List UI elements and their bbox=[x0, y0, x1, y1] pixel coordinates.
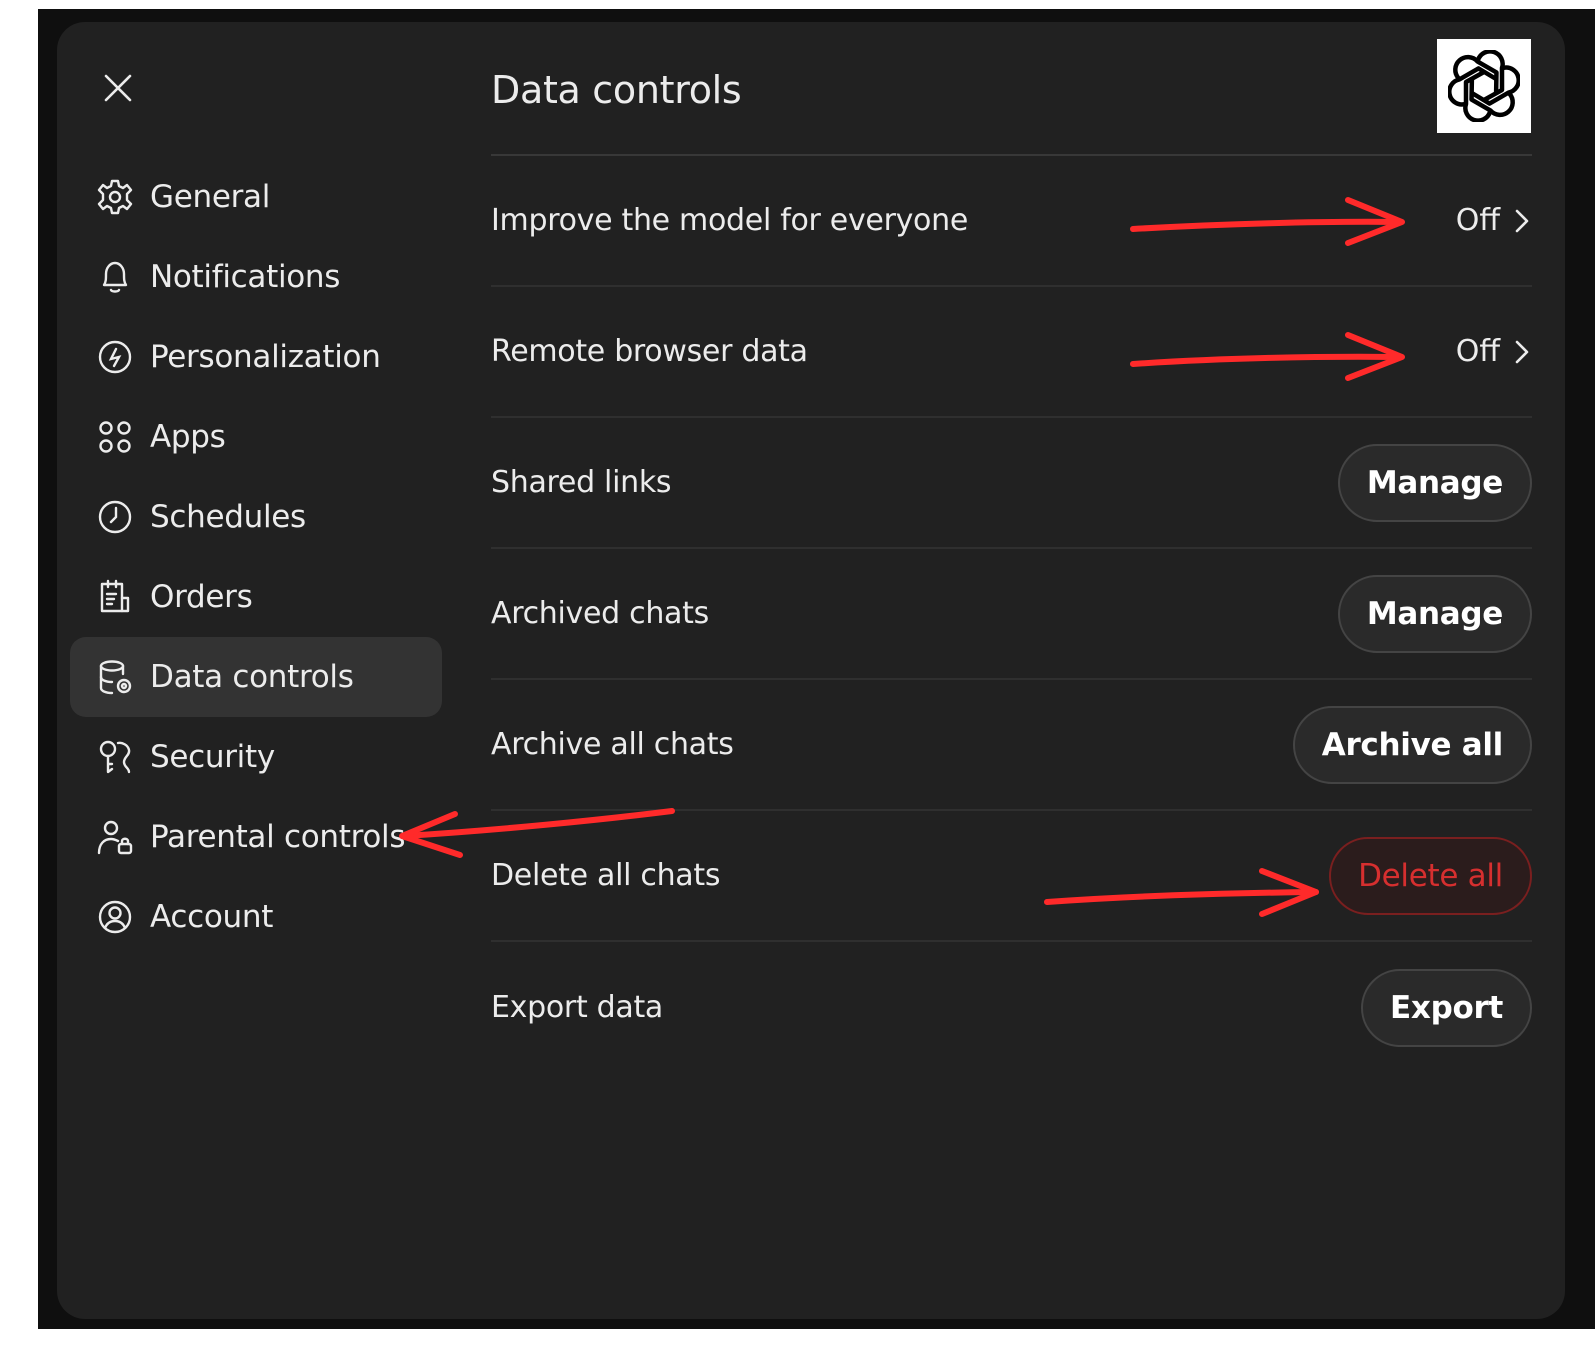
bell-icon bbox=[96, 258, 134, 296]
remote-browser-toggle[interactable]: Off bbox=[1456, 334, 1532, 369]
sidebar-item-label: Schedules bbox=[150, 499, 306, 535]
sidebar-item-general[interactable]: General bbox=[70, 157, 442, 237]
sidebar-item-label: Data controls bbox=[150, 659, 354, 695]
sidebar-item-label: Notifications bbox=[150, 259, 341, 295]
setting-label: Remote browser data bbox=[491, 334, 808, 369]
setting-row-improve-model: Improve the model for everyone Off bbox=[491, 156, 1532, 287]
sidebar-item-label: General bbox=[150, 179, 271, 215]
setting-row-delete-all: Delete all chats Delete all bbox=[491, 811, 1532, 942]
sidebar-item-parental-controls[interactable]: Parental controls bbox=[70, 797, 442, 877]
user-lock-icon bbox=[96, 818, 134, 856]
setting-value: Off bbox=[1455, 203, 1500, 238]
sidebar-item-data-controls[interactable]: Data controls bbox=[70, 637, 442, 717]
setting-row-remote-browser: Remote browser data Off bbox=[491, 287, 1532, 418]
receipt-icon bbox=[96, 578, 134, 616]
setting-label: Delete all chats bbox=[491, 858, 721, 893]
delete-all-button[interactable]: Delete all bbox=[1329, 836, 1532, 915]
setting-label: Archive all chats bbox=[491, 727, 734, 762]
archive-all-button[interactable]: Archive all bbox=[1292, 705, 1532, 784]
setting-row-archived-chats: Archived chats Manage bbox=[491, 549, 1532, 680]
setting-label: Archived chats bbox=[491, 596, 709, 631]
chevron-right-icon bbox=[1515, 209, 1529, 232]
settings-sidebar: General Notifications Personalization Ap… bbox=[70, 157, 442, 957]
sidebar-item-label: Security bbox=[150, 739, 275, 775]
personalization-icon bbox=[96, 338, 134, 376]
sidebar-item-label: Personalization bbox=[150, 339, 381, 375]
gear-icon bbox=[96, 178, 134, 216]
sidebar-item-personalization[interactable]: Personalization bbox=[70, 317, 442, 397]
setting-row-shared-links: Shared links Manage bbox=[491, 418, 1532, 549]
setting-label: Shared links bbox=[491, 465, 672, 500]
sidebar-item-orders[interactable]: Orders bbox=[70, 557, 442, 637]
settings-content: Data controls Improve the model for ever… bbox=[491, 40, 1532, 1073]
sidebar-item-notifications[interactable]: Notifications bbox=[70, 237, 442, 317]
close-icon bbox=[104, 74, 132, 102]
apps-grid-icon bbox=[96, 418, 134, 456]
setting-label: Export data bbox=[491, 990, 664, 1025]
setting-value: Off bbox=[1455, 334, 1500, 369]
sidebar-item-label: Account bbox=[150, 899, 274, 935]
sidebar-item-schedules[interactable]: Schedules bbox=[70, 477, 442, 557]
page-title: Data controls bbox=[491, 68, 742, 112]
chevron-right-icon bbox=[1515, 340, 1529, 363]
close-button[interactable] bbox=[96, 66, 140, 110]
sidebar-item-label: Orders bbox=[150, 579, 253, 615]
shield-key-icon bbox=[96, 738, 134, 776]
setting-label: Improve the model for everyone bbox=[491, 203, 968, 238]
setting-row-export-data: Export data Export bbox=[491, 942, 1532, 1073]
openai-logo bbox=[1437, 39, 1531, 133]
setting-row-archive-all: Archive all chats Archive all bbox=[491, 680, 1532, 811]
clock-icon bbox=[96, 498, 134, 536]
manage-archived-chats-button[interactable]: Manage bbox=[1337, 574, 1532, 653]
sidebar-item-label: Parental controls bbox=[150, 819, 406, 855]
sidebar-item-apps[interactable]: Apps bbox=[70, 397, 442, 477]
openai-logo-icon bbox=[1448, 50, 1520, 122]
manage-shared-links-button[interactable]: Manage bbox=[1337, 443, 1532, 522]
sidebar-item-security[interactable]: Security bbox=[70, 717, 442, 797]
database-gear-icon bbox=[96, 658, 134, 696]
sidebar-item-label: Apps bbox=[150, 419, 226, 455]
export-button[interactable]: Export bbox=[1361, 968, 1532, 1047]
user-circle-icon bbox=[96, 898, 134, 936]
improve-model-toggle[interactable]: Off bbox=[1456, 203, 1532, 238]
sidebar-item-account[interactable]: Account bbox=[70, 877, 442, 957]
